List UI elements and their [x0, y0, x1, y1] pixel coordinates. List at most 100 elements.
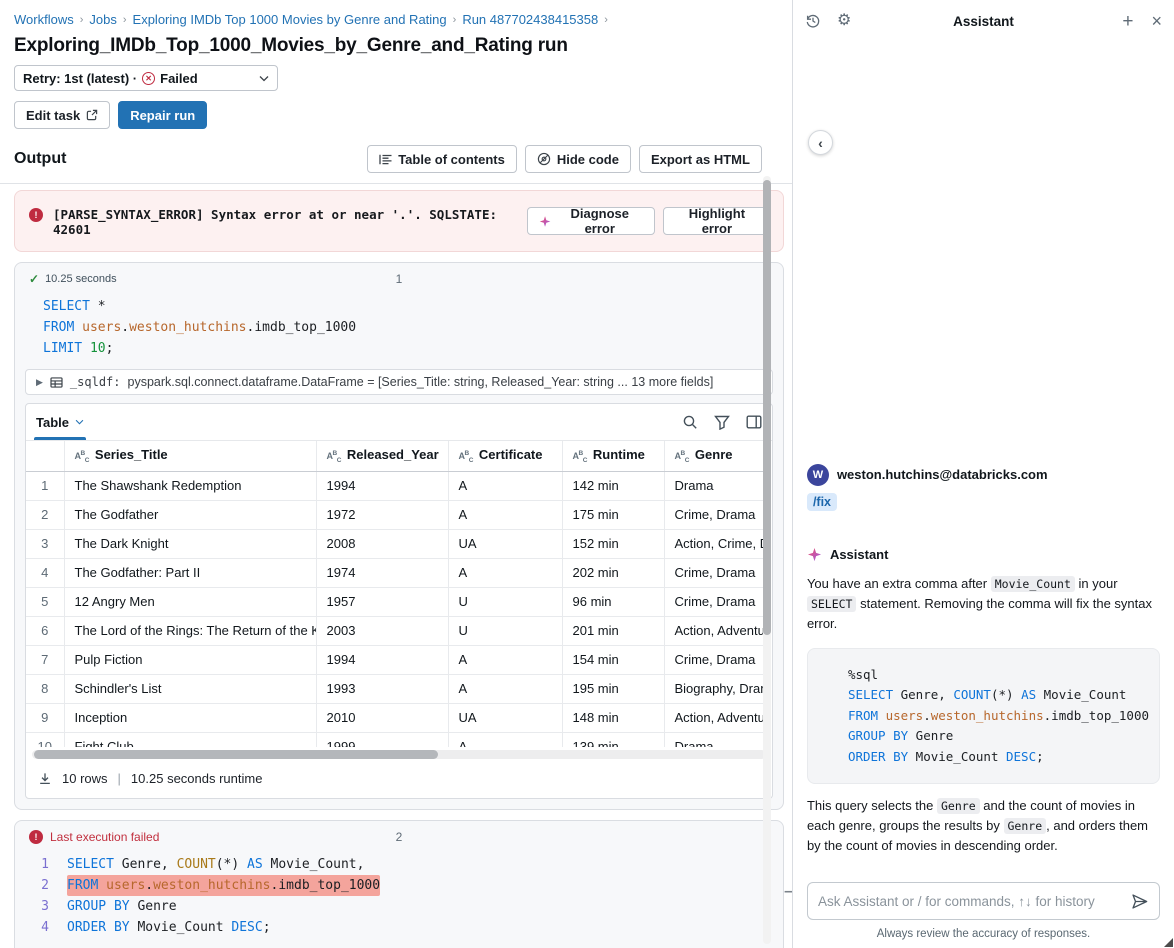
- table-cell: A: [448, 732, 562, 747]
- table-row[interactable]: 512 Angry Men1957U96 minCrime, Drama: [26, 587, 765, 616]
- string-type-icon: ABC: [675, 451, 689, 461]
- gear-icon[interactable]: ⚙: [837, 13, 851, 29]
- table-cell: 96 min: [562, 587, 664, 616]
- row-index: 4: [26, 558, 64, 587]
- tab-table[interactable]: Table: [36, 404, 84, 440]
- table-row[interactable]: 7Pulp Fiction1994A154 minCrime, Drama: [26, 645, 765, 674]
- main-panel: Workflows › Jobs › Exploring IMDb Top 1000 M…: [0, 0, 793, 948]
- table-row[interactable]: 6The Lord of the Rings: The Return of th…: [26, 616, 765, 645]
- scrollbar-thumb[interactable]: [34, 750, 438, 759]
- table-horizontal-scrollbar[interactable]: [32, 750, 766, 759]
- external-link-icon: [86, 109, 98, 121]
- collapse-panel-button[interactable]: ‹: [808, 130, 833, 155]
- cell1-code[interactable]: SELECT *FROM users.weston_hutchins.imdb_…: [15, 290, 783, 367]
- repair-run-button[interactable]: Repair run: [118, 101, 207, 129]
- table-row[interactable]: 2The Godfather1972A175 minCrime, Drama: [26, 500, 765, 529]
- text-segment: in your: [1075, 576, 1118, 591]
- table-row[interactable]: 3The Dark Knight2008UA152 minAction, Cri…: [26, 529, 765, 558]
- breadcrumb-link[interactable]: Run 487702438415358: [462, 12, 598, 27]
- failed-icon: !: [29, 830, 43, 844]
- breadcrumb-link[interactable]: Exploring IMDb Top 1000 Movies by Genre …: [133, 12, 447, 27]
- assistant-header: ⚙ Assistant + ×: [793, 0, 1174, 42]
- filter-icon[interactable]: [714, 415, 730, 430]
- assistant-code-block[interactable]: %sqlSELECT Genre, COUNT(*) AS Movie_Coun…: [807, 648, 1160, 785]
- cell2-code[interactable]: 1SELECT Genre, COUNT(*) AS Movie_Count,2…: [15, 848, 783, 946]
- column-header[interactable]: ABCGenre: [664, 441, 765, 471]
- table-cell: 139 min: [562, 732, 664, 747]
- columns-icon[interactable]: [746, 415, 762, 429]
- output-buttons: Table of contents Hide code Export as HT…: [367, 145, 762, 173]
- table-cell: The Godfather: [64, 500, 316, 529]
- table-row[interactable]: 9Inception2010UA148 minAction, Adventure…: [26, 703, 765, 732]
- main-scrollbar-thumb[interactable]: [763, 180, 771, 635]
- active-tab-underline: [34, 437, 86, 440]
- table-cell: Inception: [64, 703, 316, 732]
- results-panel: Table ABCSeries_Title A: [25, 403, 773, 799]
- error-banner-buttons: Diagnose error Highlight error: [527, 207, 771, 235]
- history-icon[interactable]: [805, 13, 821, 29]
- page-title: Exploring_IMDb_Top_1000_Movies_by_Genre_…: [14, 35, 792, 57]
- table-cell: UA: [448, 529, 562, 558]
- table-row[interactable]: 8Schindler's List1993A195 minBiography, …: [26, 674, 765, 703]
- table-cell: 1999: [316, 732, 448, 747]
- breadcrumb-link[interactable]: Workflows: [14, 12, 74, 27]
- table-cell: 1957: [316, 587, 448, 616]
- table-of-contents-button[interactable]: Table of contents: [367, 145, 517, 173]
- table-cell: 195 min: [562, 674, 664, 703]
- table-cell: 201 min: [562, 616, 664, 645]
- assistant-input-box[interactable]: [807, 882, 1160, 920]
- toc-icon: [379, 154, 392, 165]
- code-text: GROUP BY Genre: [67, 896, 177, 917]
- assistant-message-header: Assistant: [807, 547, 1160, 562]
- table-cell: 175 min: [562, 500, 664, 529]
- dataframe-result-row[interactable]: ▶ _sqldf: pyspark.sql.connect.dataframe.…: [25, 369, 773, 395]
- column-header[interactable]: ABCReleased_Year: [316, 441, 448, 471]
- expand-triangle-icon[interactable]: ▶: [36, 377, 43, 388]
- table-cell: The Lord of the Rings: The Return of the…: [64, 616, 316, 645]
- table-row[interactable]: 10Fight Club1999A139 minDrama: [26, 732, 765, 747]
- edit-task-button[interactable]: Edit task: [14, 101, 110, 129]
- table-cell: The Dark Knight: [64, 529, 316, 558]
- table-cell: 1972: [316, 500, 448, 529]
- code-text: ORDER BY Movie_Count DESC;: [848, 747, 1044, 768]
- download-icon[interactable]: [38, 772, 52, 786]
- assistant-sparkle-icon: [807, 547, 822, 562]
- search-icon[interactable]: [682, 414, 698, 430]
- success-check-icon: ✓: [29, 272, 39, 286]
- new-chat-icon[interactable]: +: [1122, 12, 1133, 31]
- cell2-header: ! Last execution failed 2: [15, 821, 783, 848]
- hide-code-button[interactable]: Hide code: [525, 145, 631, 173]
- edit-task-label: Edit task: [26, 108, 80, 123]
- assistant-panel: ⚙ Assistant + × W weston.hutchins@databr…: [793, 0, 1174, 948]
- breadcrumb-separator-icon: ›: [604, 14, 608, 26]
- table-cell: 12 Angry Men: [64, 587, 316, 616]
- breadcrumb-link[interactable]: Jobs: [89, 12, 116, 27]
- cell-drag-handle[interactable]: –: [784, 883, 792, 901]
- table-cell: The Godfather: Part II: [64, 558, 316, 587]
- table-cell: U: [448, 587, 562, 616]
- assistant-input[interactable]: [818, 894, 1130, 909]
- column-header[interactable]: ABCSeries_Title: [64, 441, 316, 471]
- code-text: GROUP BY Genre: [848, 726, 953, 747]
- chevron-down-icon: [259, 75, 269, 82]
- column-header[interactable]: ABCCertificate: [448, 441, 562, 471]
- column-header[interactable]: ABCRuntime: [562, 441, 664, 471]
- chevron-down-icon: [75, 419, 84, 425]
- error-message: [PARSE_SYNTAX_ERROR] Syntax error at or …: [53, 207, 517, 237]
- retry-dropdown[interactable]: Retry: 1st (latest) · ✕ Failed: [14, 65, 278, 91]
- table-cell: 154 min: [562, 645, 664, 674]
- close-icon[interactable]: ×: [1151, 12, 1162, 30]
- diagnose-error-button[interactable]: Diagnose error: [527, 207, 655, 235]
- breadcrumb-separator-icon: ›: [453, 14, 457, 26]
- table-cell: 1994: [316, 471, 448, 500]
- highlight-error-button[interactable]: Highlight error: [663, 207, 771, 235]
- cell1-header: ✓ 10.25 seconds 1: [15, 263, 783, 290]
- string-type-icon: ABC: [75, 451, 89, 461]
- table-row[interactable]: 1The Shawshank Redemption1994A142 minDra…: [26, 471, 765, 500]
- resize-handle[interactable]: [1164, 938, 1173, 947]
- table-row[interactable]: 4The Godfather: Part II1974A202 minCrime…: [26, 558, 765, 587]
- export-html-button[interactable]: Export as HTML: [639, 145, 762, 173]
- fix-command-chip[interactable]: /fix: [807, 493, 837, 511]
- send-icon[interactable]: [1130, 892, 1149, 911]
- line-number: 4: [33, 917, 49, 938]
